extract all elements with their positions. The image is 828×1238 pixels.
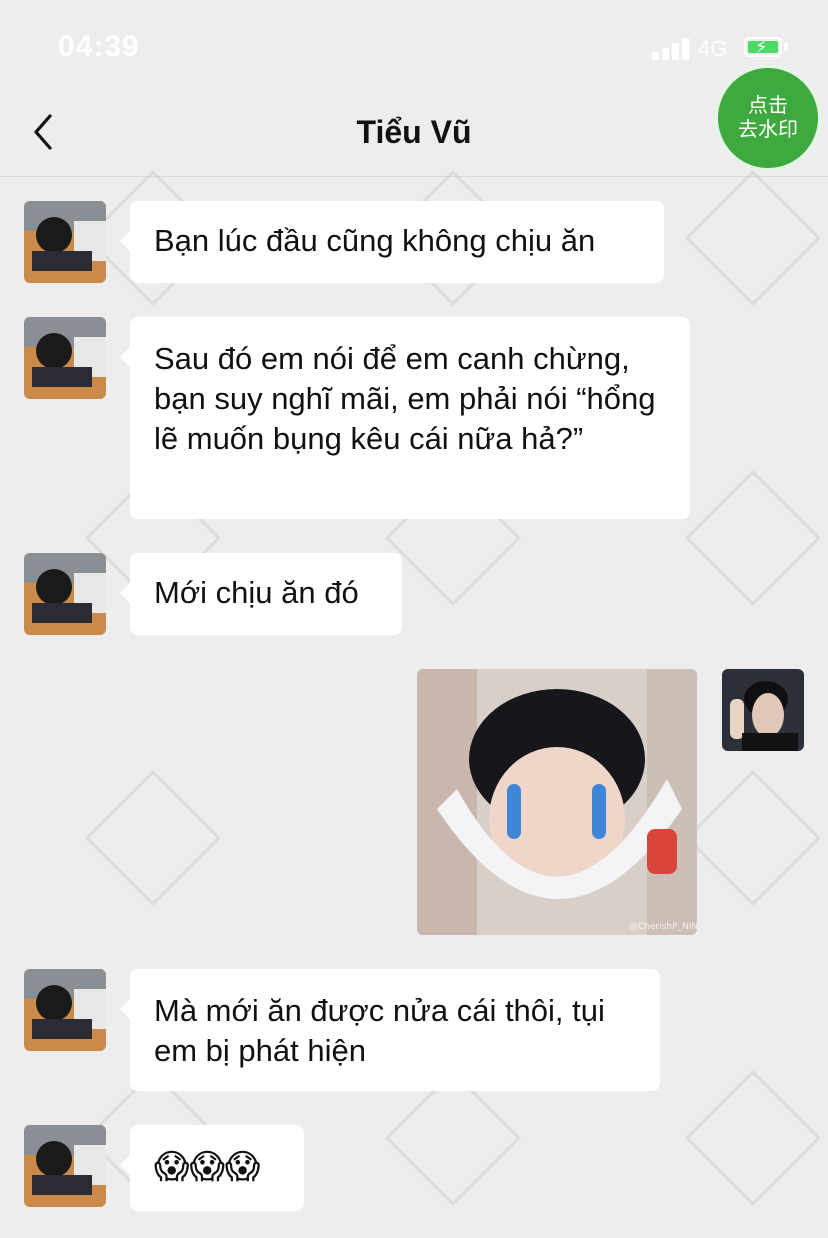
watermark-decoration (685, 170, 821, 306)
message-bubble[interactable]: Bạn lúc đầu cũng không chịu ăn (120, 201, 664, 283)
message-bubble[interactable]: 😱😱😱 (120, 1125, 304, 1211)
image-caption: @CherishP_NINE (629, 922, 697, 932)
contact-avatar[interactable] (24, 553, 106, 635)
chat-title: Tiểu Vũ (356, 114, 472, 150)
message-text: Sau đó em nói để em canh chừng, bạn suy … (154, 341, 656, 456)
message-bubble[interactable]: Sau đó em nói để em canh chừng, bạn suy … (120, 317, 690, 519)
watermark-decoration (685, 470, 821, 606)
contact-avatar[interactable] (24, 969, 106, 1051)
signal-icon (652, 38, 692, 60)
message-text: Mới chịu ăn đó (154, 575, 359, 610)
status-bar: 04:39 4G ⚡ (0, 0, 828, 90)
remove-watermark-button[interactable]: 点击 去水印 (714, 64, 822, 172)
contact-avatar[interactable] (24, 317, 106, 399)
watermark-decoration (685, 770, 821, 906)
charging-icon: ⚡ (755, 37, 768, 57)
watermark-button-line1: 点击 (748, 95, 788, 117)
battery-cap (784, 43, 788, 51)
watermark-button-line2: 去水印 (738, 119, 798, 141)
watermark-decoration (85, 770, 221, 906)
message-text: Mà mới ăn được nửa cái thôi, tụi em bị p… (154, 993, 605, 1068)
nav-bar: Tiểu Vũ (0, 90, 828, 177)
network-type: 4G (698, 36, 728, 61)
status-time: 04:39 (58, 30, 140, 63)
message-bubble[interactable]: Mà mới ăn được nửa cái thôi, tụi em bị p… (120, 969, 660, 1091)
message-emoji: 😱😱😱 (154, 1148, 261, 1186)
contact-avatar[interactable] (24, 201, 106, 283)
self-avatar[interactable] (722, 669, 804, 751)
message-text: Bạn lúc đầu cũng không chịu ăn (154, 223, 596, 258)
message-bubble[interactable]: Mới chịu ăn đó (120, 553, 402, 635)
contact-avatar[interactable] (24, 1125, 106, 1207)
image-message[interactable]: @CherishP_NINE (417, 669, 697, 935)
watermark-decoration (685, 1070, 821, 1206)
